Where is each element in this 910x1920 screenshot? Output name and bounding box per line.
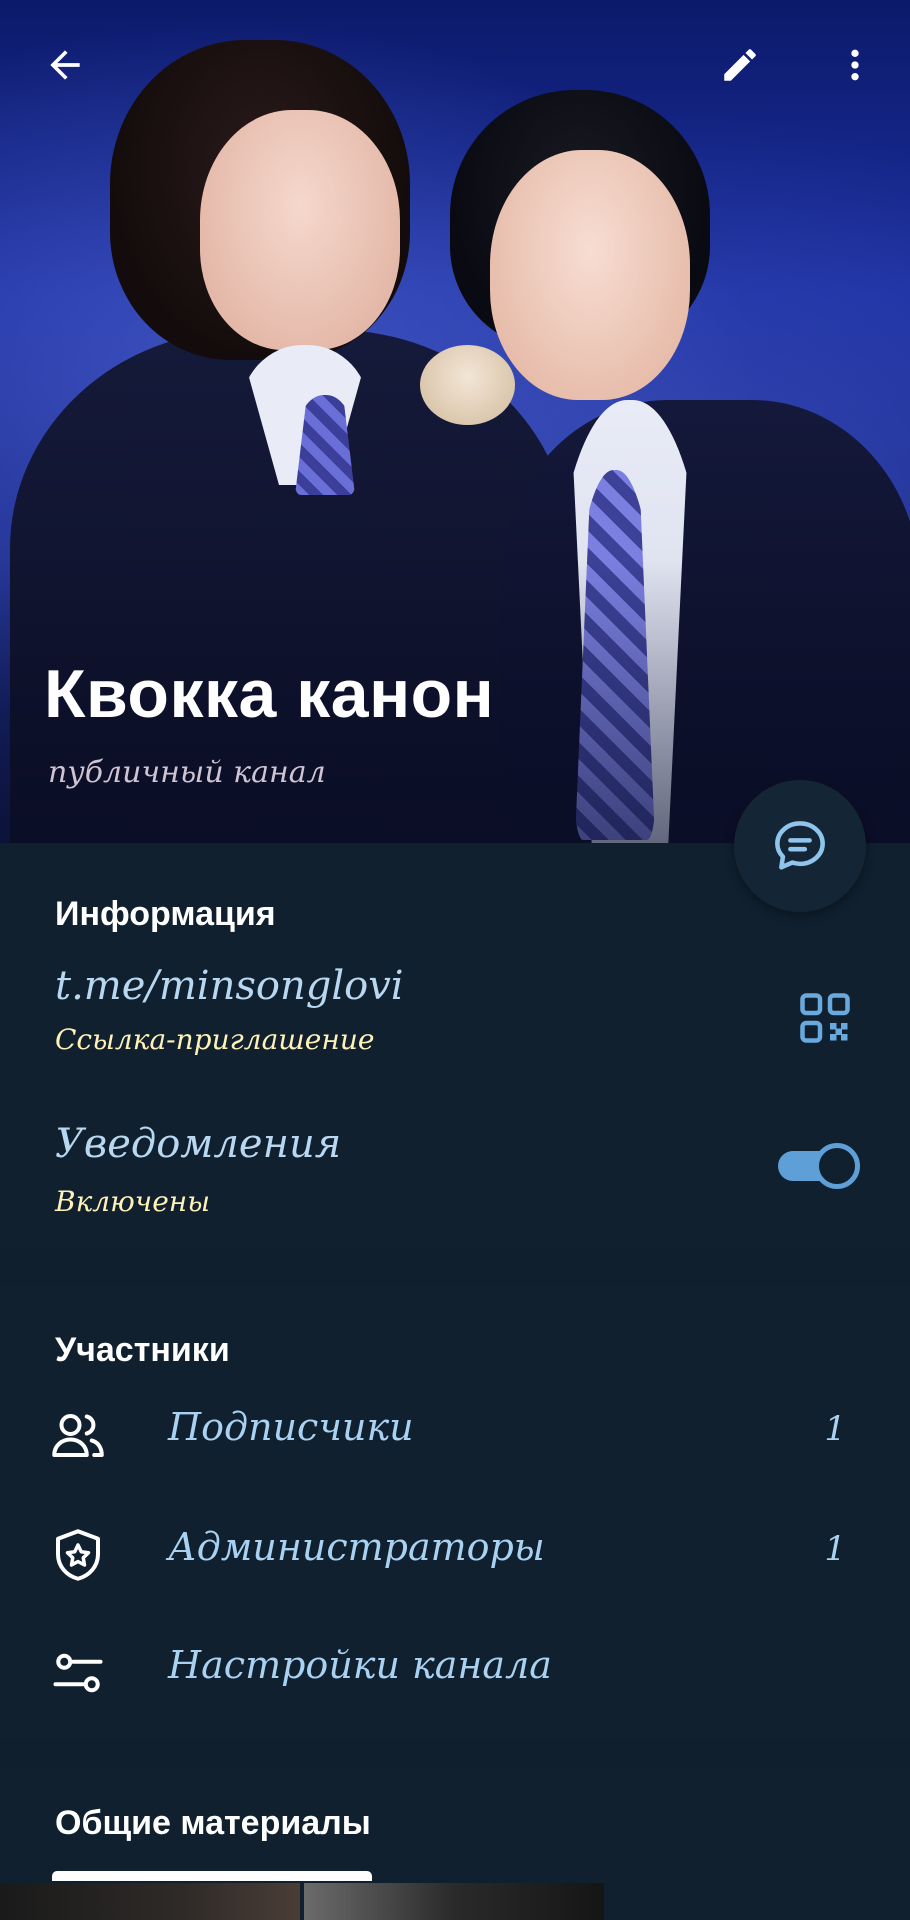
pencil-icon — [724, 49, 756, 81]
toggle-knob — [814, 1143, 860, 1189]
more-options-button[interactable] — [815, 25, 895, 105]
members-section-title: Участники — [55, 1331, 230, 1369]
back-button[interactable] — [25, 25, 105, 105]
sliders-icon — [53, 1653, 103, 1693]
info-section-title: Информация — [55, 895, 276, 933]
members-row-count: 1 — [824, 1409, 846, 1449]
channel-profile-screen: Квокка канон публичный канал Информация … — [0, 0, 910, 1920]
shared-media-tab-indicator[interactable] — [52, 1871, 372, 1881]
cover-figure-right-face — [490, 150, 690, 400]
cover-figure-left-face — [200, 110, 400, 350]
discussion-chat-button[interactable] — [734, 780, 866, 912]
edit-button[interactable] — [700, 25, 780, 105]
members-row-label: Подписчики — [168, 1405, 414, 1449]
channel-cover-photo: Квокка канон публичный канал — [0, 0, 910, 843]
members-row-subscribers[interactable]: Подписчики 1 — [0, 1383, 910, 1483]
users-icon — [52, 1414, 104, 1457]
more-vertical-icon — [851, 49, 859, 81]
channel-title: Квокка канон — [44, 656, 495, 732]
top-app-bar — [0, 0, 910, 140]
invite-link-label: Ссылка-приглашение — [55, 1023, 375, 1056]
invite-link-value[interactable]: t.me/minsonglovi — [55, 963, 404, 1009]
cover-plush-toy — [420, 345, 515, 425]
notifications-status: Включены — [55, 1185, 211, 1218]
qr-code-button[interactable] — [795, 988, 855, 1048]
notifications-label: Уведомления — [55, 1121, 342, 1167]
administrators-row-label: Администраторы — [168, 1525, 545, 1569]
administrators-row-count: 1 — [824, 1529, 846, 1569]
chat-bubble-icon — [775, 821, 825, 870]
shared-media-section: Общие материалы — [0, 1768, 910, 1920]
shield-star-icon — [56, 1529, 100, 1581]
shared-media-thumbnail[interactable] — [0, 1883, 300, 1920]
members-row-administrators[interactable]: Администраторы 1 — [0, 1503, 910, 1603]
shared-media-thumbnail[interactable] — [304, 1883, 604, 1920]
shared-media-title: Общие материалы — [55, 1804, 371, 1842]
arrow-left-icon — [50, 50, 80, 80]
channel-subtitle: публичный канал — [48, 755, 326, 790]
members-section: Участники Подписчики 1 Администраторы 1 — [0, 1283, 910, 1738]
channel-settings-row-label: Настройки канала — [168, 1643, 552, 1687]
qr-code-icon — [800, 993, 850, 1043]
members-row-channel-settings[interactable]: Настройки канала — [0, 1621, 910, 1721]
notifications-toggle[interactable] — [778, 1143, 860, 1189]
